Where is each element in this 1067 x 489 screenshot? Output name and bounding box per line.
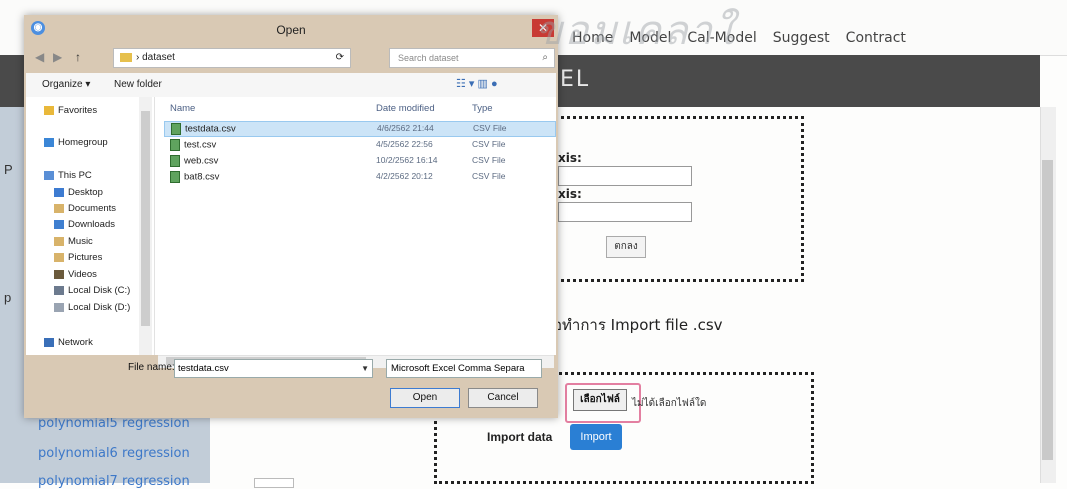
- dialog-body: Favorites Homegroup This PC Desktop Docu…: [26, 97, 556, 355]
- videos-icon: [54, 269, 64, 279]
- nav-item-local-disk-c[interactable]: Local Disk (C:): [54, 285, 130, 296]
- nav-pane-scrollbar-thumb[interactable]: [141, 111, 150, 326]
- file-type-value: Microsoft Excel Comma Separa: [391, 363, 525, 374]
- file-type: CSV File: [472, 171, 506, 181]
- breadcrumb[interactable]: › dataset ⟳: [113, 48, 351, 68]
- file-date: 4/6/2562 21:44: [377, 123, 434, 133]
- open-button[interactable]: Open: [390, 388, 460, 408]
- csv-file-icon: [170, 155, 180, 167]
- up-arrow-icon[interactable]: ↑: [75, 50, 81, 64]
- import-button[interactable]: Import: [570, 424, 622, 450]
- downloads-icon: [54, 219, 64, 229]
- page-scrollbar-thumb[interactable]: [1042, 160, 1053, 460]
- nav-item-pictures[interactable]: Pictures: [54, 252, 102, 263]
- csv-file-icon: [170, 139, 180, 151]
- file-date: 4/2/2562 20:12: [376, 171, 433, 181]
- nav-item-homegroup[interactable]: Homegroup: [44, 137, 108, 148]
- file-list: Name Date modified Type testdata.csv 4/6…: [158, 97, 556, 355]
- file-type: CSV File: [472, 155, 506, 165]
- csv-file-icon: [171, 123, 181, 135]
- file-type-select[interactable]: Microsoft Excel Comma Separa: [386, 359, 542, 378]
- watermark-text: ขอมเคลาใ: [535, 8, 736, 54]
- nav-suggest[interactable]: Suggest: [773, 30, 830, 46]
- dialog-toolbar: Organize ▾ New folder ☷ ▾ ▥ ●: [26, 73, 556, 98]
- disk-icon: [54, 302, 64, 312]
- nav-item-desktop[interactable]: Desktop: [54, 187, 103, 198]
- sidebar-item-polynomial5[interactable]: polynomial5 regression: [38, 416, 190, 431]
- view-options-icon[interactable]: ☷ ▾ ▥ ●: [456, 77, 498, 90]
- search-input[interactable]: Search dataset ⌕: [389, 48, 555, 68]
- choose-file-button[interactable]: เลือกไฟล์: [573, 389, 627, 411]
- star-icon: [44, 105, 54, 115]
- nav-contract[interactable]: Contract: [846, 30, 906, 46]
- navigation-pane: Favorites Homegroup This PC Desktop Docu…: [26, 97, 155, 355]
- nav-item-music[interactable]: Music: [54, 236, 93, 247]
- file-row-test[interactable]: test.csv 4/5/2562 22:56 CSV File: [164, 138, 554, 152]
- y-axis-input[interactable]: [558, 202, 692, 222]
- file-name-label: File name:: [128, 362, 175, 373]
- nav-item-this-pc[interactable]: This PC: [44, 170, 92, 181]
- network-icon: [44, 337, 54, 347]
- disk-icon: [54, 285, 64, 295]
- refresh-icon[interactable]: ⟳: [336, 49, 344, 67]
- file-name: bat8.csv: [170, 171, 219, 183]
- cancel-button[interactable]: Cancel: [468, 388, 538, 408]
- import-instructions: อทำการ Import file .csv: [553, 316, 723, 334]
- new-folder-button[interactable]: New folder: [114, 79, 162, 90]
- dialog-title: Open: [276, 23, 306, 37]
- file-name: test.csv: [170, 139, 216, 151]
- nav-item-documents[interactable]: Documents: [54, 203, 116, 214]
- sidebar-heading-letter: p: [4, 290, 12, 305]
- nav-item-local-disk-d[interactable]: Local Disk (D:): [54, 302, 130, 313]
- open-file-dialog: ◉ Open ✕ ◀ ▶ ↑ › dataset ⟳ Search datase…: [24, 15, 558, 418]
- desktop-icon: [54, 187, 64, 197]
- sidebar-heading-letter: P: [4, 162, 13, 177]
- computer-icon: [44, 170, 54, 180]
- file-type: CSV File: [472, 139, 506, 149]
- column-header-name[interactable]: Name: [170, 103, 195, 114]
- csv-file-icon: [170, 171, 180, 183]
- file-row-bat8[interactable]: bat8.csv 4/2/2562 20:12 CSV File: [164, 170, 554, 184]
- file-row-web[interactable]: web.csv 10/2/2562 16:14 CSV File: [164, 154, 554, 168]
- documents-icon: [54, 203, 64, 213]
- homegroup-icon: [44, 137, 54, 147]
- y-axis-label: xis:: [558, 187, 582, 201]
- column-header-type[interactable]: Type: [472, 103, 493, 114]
- import-data-label: Import data: [487, 430, 553, 444]
- address-row: ◀ ▶ ↑ › dataset ⟳ Search dataset ⌕: [31, 47, 555, 69]
- breadcrumb-folder[interactable]: dataset: [142, 52, 175, 63]
- music-icon: [54, 236, 64, 246]
- nav-item-downloads[interactable]: Downloads: [54, 219, 115, 230]
- forward-arrow-icon[interactable]: ▶: [53, 50, 62, 64]
- file-row-testdata[interactable]: testdata.csv 4/6/2562 21:44 CSV File: [164, 121, 556, 137]
- no-file-chosen-text: ไม่ได้เลือกไฟล์ใด: [632, 398, 707, 409]
- pictures-icon: [54, 252, 64, 262]
- dialog-titlebar[interactable]: ◉ Open ✕: [24, 15, 558, 43]
- column-header-date-modified[interactable]: Date modified: [376, 103, 435, 114]
- x-axis-input[interactable]: [558, 166, 692, 186]
- search-placeholder: Search dataset: [398, 53, 459, 63]
- small-input-box[interactable]: [254, 478, 294, 488]
- file-date: 4/5/2562 22:56: [376, 139, 433, 149]
- file-type: CSV File: [473, 123, 507, 133]
- organize-button[interactable]: Organize ▾: [42, 79, 90, 90]
- file-name: testdata.csv: [171, 123, 236, 135]
- nav-item-videos[interactable]: Videos: [54, 269, 97, 280]
- nav-item-favorites[interactable]: Favorites: [44, 105, 97, 116]
- file-date: 10/2/2562 16:14: [376, 155, 438, 165]
- folder-icon: [120, 52, 132, 62]
- chevron-down-icon[interactable]: ▼: [361, 360, 369, 377]
- x-axis-label: xis:: [558, 151, 582, 165]
- back-arrow-icon[interactable]: ◀: [35, 50, 44, 64]
- file-name-input[interactable]: testdata.csv ▼: [174, 359, 373, 378]
- sidebar-item-polynomial6[interactable]: polynomial6 regression: [38, 446, 190, 461]
- sidebar-item-polynomial7[interactable]: polynomial7 regression: [38, 474, 190, 489]
- banner-title: EL: [560, 67, 591, 92]
- file-name-value: testdata.csv: [178, 363, 229, 374]
- ok-button[interactable]: ตกลง: [606, 236, 646, 258]
- file-name: web.csv: [170, 155, 218, 167]
- nav-item-network[interactable]: Network: [44, 337, 93, 348]
